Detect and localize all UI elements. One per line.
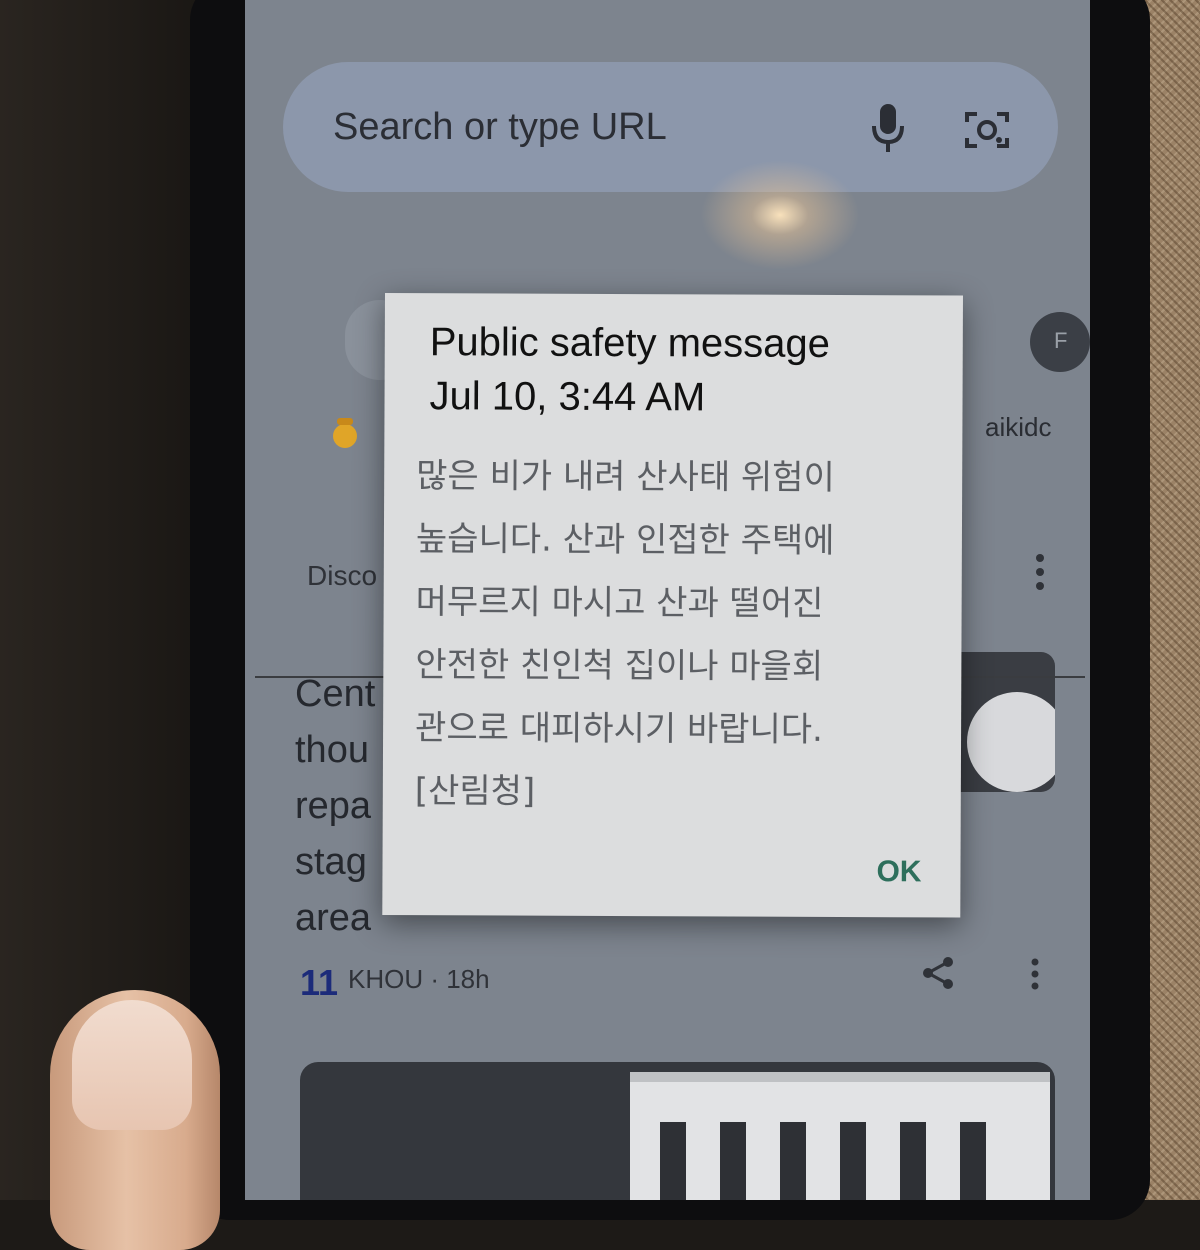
public-safety-dialog: Public safety message Jul 10, 3:44 AM 많은… <box>382 293 963 918</box>
building-window <box>960 1122 986 1200</box>
building-window <box>720 1122 746 1200</box>
dialog-title-line: Public safety message <box>429 320 831 366</box>
source-label: KHOU · 18h <box>348 964 490 994</box>
source-logo-icon: 11 <box>300 962 339 1003</box>
search-bar[interactable]: Search or type URL <box>283 62 1058 192</box>
message-line: 관으로 대피하시기 바랍니다. <box>415 708 823 750</box>
message-line: 높습니다. 산과 인접한 주택에 <box>415 519 835 561</box>
shortcut-letter: F <box>1054 328 1068 353</box>
building-shape <box>630 1082 1050 1200</box>
dialog-timestamp: Jul 10, 3:44 AM <box>429 374 706 420</box>
light-glare <box>700 160 860 270</box>
more-vert-icon[interactable] <box>1028 956 1042 992</box>
mic-icon[interactable] <box>868 102 908 158</box>
news-card-image[interactable] <box>300 1062 1055 1200</box>
shortcut-label[interactable]: aikidc <box>985 412 1051 443</box>
building-window <box>660 1122 686 1200</box>
fingernail <box>72 1000 192 1130</box>
more-vert-icon[interactable] <box>1033 552 1047 592</box>
message-line: 안전한 친인척 집이나 마을회 <box>415 645 824 687</box>
search-input[interactable]: Search or type URL <box>333 106 667 149</box>
message-line: 많은 비가 내려 산사태 위험이 <box>416 456 835 498</box>
dialog-title: Public safety message Jul 10, 3:44 AM <box>429 315 949 425</box>
lens-icon[interactable] <box>963 108 1011 152</box>
building-window <box>780 1122 806 1200</box>
building-window <box>900 1122 926 1200</box>
honey-pot-icon <box>333 418 357 448</box>
ok-button[interactable]: OK <box>870 851 927 893</box>
news-card-thumbnail[interactable] <box>945 652 1055 792</box>
message-line: 머무르지 마시고 산과 떨어진 <box>415 582 824 624</box>
building-window <box>840 1122 866 1200</box>
dialog-message: 많은 비가 내려 산사태 위험이 높습니다. 산과 인접한 주택에 머무르지 마… <box>415 445 947 825</box>
shortcut-tile-right[interactable]: F <box>1030 312 1090 372</box>
thumbnail-shape <box>967 692 1055 792</box>
share-icon[interactable] <box>920 955 956 991</box>
discover-section-label: Disco <box>307 560 378 591</box>
message-line: [산림청] <box>414 771 536 812</box>
